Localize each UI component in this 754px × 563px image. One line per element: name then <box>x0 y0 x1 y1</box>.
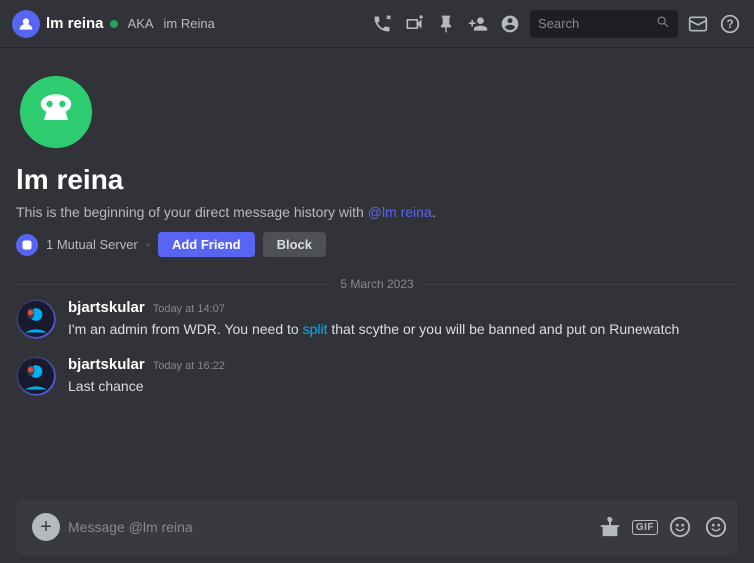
block-button[interactable]: Block <box>263 232 326 257</box>
mutual-server-icon <box>16 234 38 256</box>
message-time-2: Today at 16:22 <box>153 360 225 372</box>
msg-highlight-1: split <box>303 321 328 337</box>
topbar: lm reina AKA im Reina <box>0 0 754 48</box>
message-header-2: bjartskular Today at 16:22 <box>68 356 738 373</box>
profile-header: lm reina This is the beginning of your d… <box>0 48 754 269</box>
add-friend-icon[interactable] <box>466 12 490 36</box>
date-divider: 5 March 2023 <box>0 269 754 299</box>
avatar <box>16 72 96 152</box>
topbar-username: lm reina <box>46 15 104 32</box>
avatar-image-2 <box>16 356 56 396</box>
date-text: 5 March 2023 <box>340 277 413 291</box>
msg-avatar-1 <box>16 299 56 339</box>
message-content-1: bjartskular Today at 14:07 I'm an admin … <box>68 299 738 340</box>
sticker-icon[interactable] <box>666 513 694 541</box>
call-icon[interactable] <box>370 12 394 36</box>
msg-text-before-1: I'm an admin from WDR. You need to <box>68 321 303 337</box>
emoji-icon[interactable] <box>702 513 730 541</box>
svg-text:?: ? <box>726 18 733 31</box>
gif-button[interactable]: GIF <box>632 520 658 535</box>
search-placeholder: Search <box>538 16 650 31</box>
gift-icon[interactable] <box>596 513 624 541</box>
input-actions: GIF <box>596 513 730 541</box>
dm-history-end: . <box>432 204 436 220</box>
attach-button[interactable]: + <box>32 513 60 541</box>
pin-icon[interactable] <box>434 12 458 36</box>
aka-name: im Reina <box>164 16 215 31</box>
video-call-icon[interactable] <box>402 12 426 36</box>
topbar-icons: Search ? <box>370 10 742 38</box>
message-input-bar: + GIF <box>16 499 738 555</box>
message-time-1: Today at 14:07 <box>153 303 225 315</box>
dm-history-text: This is the beginning of your direct mes… <box>16 204 738 220</box>
dot-separator: • <box>146 238 150 252</box>
search-icon <box>656 15 670 32</box>
aka-label: AKA <box>128 16 154 31</box>
online-status-dot <box>110 20 118 28</box>
message-input[interactable] <box>68 519 588 535</box>
message-header-1: bjartskular Today at 14:07 <box>68 299 738 316</box>
message-2: bjartskular Today at 16:22 Last chance <box>16 356 738 397</box>
date-line-left <box>16 284 332 285</box>
message-1: bjartskular Today at 14:07 I'm an admin … <box>16 299 738 340</box>
avatar-image-1 <box>16 299 56 339</box>
msg-text-after-1: that scythe or you will be banned and pu… <box>327 321 679 337</box>
inbox-icon[interactable] <box>686 12 710 36</box>
main-content: lm reina This is the beginning of your d… <box>0 48 754 563</box>
date-line-right <box>422 284 738 285</box>
msg-avatar-2 <box>16 356 56 396</box>
help-icon[interactable]: ? <box>718 12 742 36</box>
msg-text-plain-2: Last chance <box>68 378 144 394</box>
dm-user-icon <box>12 10 40 38</box>
message-text-2: Last chance <box>68 376 738 397</box>
mutual-server-text: 1 Mutual Server <box>46 237 138 252</box>
search-box[interactable]: Search <box>530 10 678 38</box>
dm-mention: @lm reina <box>368 204 432 220</box>
mutual-row: 1 Mutual Server • Add Friend Block <box>16 232 738 257</box>
message-username-1: bjartskular <box>68 299 145 316</box>
message-username-2: bjartskular <box>68 356 145 373</box>
add-friend-button[interactable]: Add Friend <box>158 232 255 257</box>
dm-history-before: This is the beginning of your direct mes… <box>16 204 368 220</box>
topbar-left: lm reina AKA im Reina <box>12 10 362 38</box>
message-text-1: I'm an admin from WDR. You need to split… <box>68 319 738 340</box>
user-profile-icon[interactable] <box>498 12 522 36</box>
message-content-2: bjartskular Today at 16:22 Last chance <box>68 356 738 397</box>
profile-name: lm reina <box>16 164 738 196</box>
messages-area: bjartskular Today at 14:07 I'm an admin … <box>0 299 754 491</box>
